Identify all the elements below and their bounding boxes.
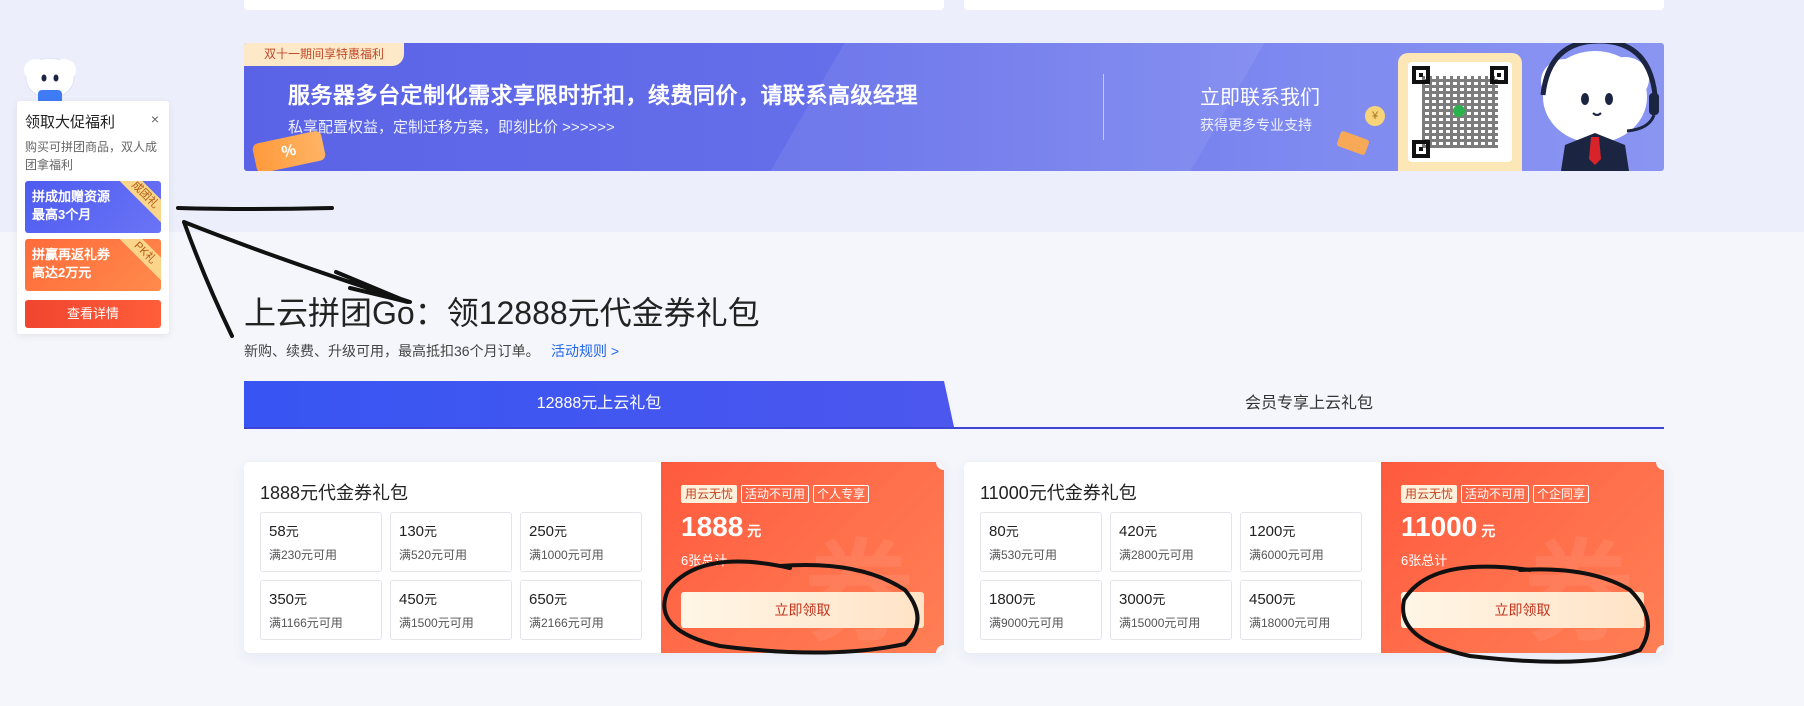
package-total: 1888 元 <box>681 511 762 542</box>
contact-us-subtitle: 获得更多专业支持 <box>1200 117 1312 133</box>
coupon-decoration-icon: % <box>251 130 327 171</box>
view-details-button[interactable]: 查看详情 <box>25 300 161 328</box>
package-total: 11000 元 <box>1401 511 1496 542</box>
promo-widget-title: 领取大促福利 <box>25 114 116 131</box>
package-badges: 用云无忧 活动不可用 个企同享 <box>1401 485 1590 503</box>
top-card-left <box>244 0 944 10</box>
voucher-item: 1800元 满9000元可用 <box>980 580 1102 640</box>
group-bonus-line2: 最高3个月 <box>32 207 92 222</box>
ticket-icon <box>1336 130 1370 156</box>
voucher-item: 650元 满2166元可用 <box>520 580 642 640</box>
package-summary: 券 用云无忧 活动不可用 个企同享 11000元 6张总计 立即领取 <box>1381 462 1664 653</box>
tab-12888-pack[interactable]: 12888元上云礼包 <box>244 381 954 427</box>
gift-pack-tabs: 12888元上云礼包 会员专享上云礼包 <box>244 381 1664 429</box>
voucher-item: 450元 满1500元可用 <box>390 580 512 640</box>
voucher-item: 350元 满1166元可用 <box>260 580 382 640</box>
group-bonus-card[interactable]: 拼成加赠资源 最高3个月 成团礼 <box>25 181 161 233</box>
badge: 用云无忧 <box>1401 485 1458 503</box>
pk-bonus-line2: 高达2万元 <box>32 265 92 280</box>
package-title: 11000元代金券礼包 <box>980 483 1137 503</box>
watermark: 券 <box>1524 503 1634 653</box>
watermark: 券 <box>804 503 914 653</box>
voucher-item: 80元 满530元可用 <box>980 512 1102 572</box>
badge: 个人专享 <box>813 485 870 503</box>
banner-subtitle-link[interactable]: 私享配置权益，定制迁移方案，即刻比价 >>>>>> <box>288 116 615 137</box>
package-count: 6张总计 <box>1401 553 1448 568</box>
top-card-right <box>964 0 1664 10</box>
float-mascot-icon <box>24 57 76 104</box>
voucher-item: 3000元 满15000元可用 <box>1110 580 1232 640</box>
qr-code-frame <box>1398 53 1522 171</box>
badge: 活动不可用 <box>741 485 810 503</box>
voucher-item: 420元 满2800元可用 <box>1110 512 1232 572</box>
pk-bonus-card[interactable]: 拼赢再返礼券 高达2万元 PK礼 <box>25 239 161 291</box>
voucher-item: 130元 满520元可用 <box>390 512 512 572</box>
package-card-11000: 11000元代金券礼包 80元 满530元可用 420元 满2800元可用 12… <box>964 462 1664 653</box>
package-badges: 用云无忧 活动不可用 个人专享 <box>681 485 870 503</box>
promo-banner[interactable]: 双十一期间享特惠福利 服务器多台定制化需求享限时折扣，续费同价，请联系高级经理 … <box>244 43 1664 171</box>
support-mascot-icon <box>1540 43 1659 171</box>
promo-widget-desc: 购买可拼团商品，双人成团拿福利 <box>25 140 158 172</box>
activity-rules-link[interactable]: 活动规则 > <box>551 341 619 361</box>
contact-us-title[interactable]: 立即联系我们 <box>1200 81 1320 110</box>
section-title: 上云拼团Go：领12888元代金券礼包 <box>244 295 760 331</box>
badge: 活动不可用 <box>1461 485 1530 503</box>
badge: 用云无忧 <box>681 485 738 503</box>
coin-icon: ¥ <box>1365 106 1385 126</box>
package-title: 1888元代金券礼包 <box>260 483 409 503</box>
claim-button[interactable]: 立即领取 <box>681 592 924 628</box>
claim-button[interactable]: 立即领取 <box>1401 592 1644 628</box>
badge: 个企同享 <box>1533 485 1590 503</box>
voucher-item: 4500元 满18000元可用 <box>1240 580 1362 640</box>
package-card-1888: 1888元代金券礼包 58元 满230元可用 130元 满520元可用 250元… <box>244 462 944 653</box>
voucher-item: 250元 满1000元可用 <box>520 512 642 572</box>
tab-member-pack[interactable]: 会员专享上云礼包 <box>954 381 1664 427</box>
banner-divider <box>1103 74 1104 140</box>
banner-headline: 服务器多台定制化需求享限时折扣，续费同价，请联系高级经理 <box>288 83 919 108</box>
section-desc: 新购、续费、升级可用，最高抵扣36个月订单。 <box>244 343 540 359</box>
banner-tag: 双十一期间享特惠福利 <box>244 43 405 66</box>
close-icon[interactable]: × <box>151 111 159 127</box>
promo-widget: 领取大促福利 × 购买可拼团商品，双人成团拿福利 拼成加赠资源 最高3个月 成团… <box>17 101 169 334</box>
package-count: 6张总计 <box>681 553 728 568</box>
voucher-item: 58元 满230元可用 <box>260 512 382 572</box>
voucher-item: 1200元 满6000元可用 <box>1240 512 1362 572</box>
qr-code-icon <box>1408 62 1512 162</box>
package-summary: 券 用云无忧 活动不可用 个人专享 1888元 6张总计 立即领取 <box>661 462 944 653</box>
